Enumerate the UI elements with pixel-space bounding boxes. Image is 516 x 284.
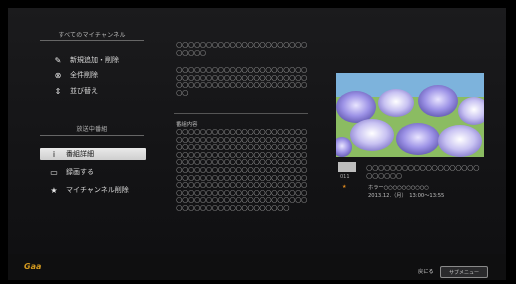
my-channels-title: すべてのマイチャンネル xyxy=(58,32,126,39)
on-air-title: 放送中番組 xyxy=(76,126,108,133)
hydrangea-image xyxy=(336,73,484,157)
menu-item-label: 番組詳細 xyxy=(66,150,94,158)
program-thumbnail xyxy=(336,73,484,157)
channel-logo xyxy=(338,162,356,172)
channel-number: 011 xyxy=(340,174,350,180)
back-label[interactable]: 戻にる xyxy=(418,268,434,275)
content-label: 番組内容 xyxy=(176,122,198,128)
menu-item-delete-all[interactable]: ⊗ 全件削除 xyxy=(52,69,148,81)
edit-check-icon: ✎ xyxy=(54,55,62,65)
menu-item-label: 録画する xyxy=(66,168,94,176)
menu-item-add-remove[interactable]: ✎ 新規追加・削除 xyxy=(52,54,148,66)
menu-item-label: マイチャンネル削除 xyxy=(66,186,129,194)
genre-line: ホラー○○○○○○○○○○ xyxy=(368,185,429,191)
brand-logo: Gaa xyxy=(24,262,42,271)
program-content-placeholder: ○○○○○○○○○○○○○○○○○○○○○○○○○○○○○○○○○○○○○○○○… xyxy=(176,128,307,212)
record-icon: ▭ xyxy=(50,167,58,177)
menu-item-remove-my-channel[interactable]: ★ マイチャンネル削除 xyxy=(48,184,146,196)
right-program-title-placeholder: ○○○○○○○○○○○○○○○○○○○○○○○○○ xyxy=(366,164,480,180)
menu-item-label: 新規追加・削除 xyxy=(70,56,119,64)
middle-divider xyxy=(174,113,308,114)
delete-all-icon: ⊗ xyxy=(54,70,62,80)
favorite-star-icon: ★ xyxy=(342,184,347,190)
submenu-label: サブメニュー xyxy=(448,269,479,276)
menu-item-label: 全件削除 xyxy=(70,71,98,79)
air-datetime: 2013.12.（月） 13:00〜13:55 xyxy=(368,193,445,199)
menu-item-record[interactable]: ▭ 録画する xyxy=(48,166,146,178)
menu-item-sort[interactable]: ⇕ 並び替え xyxy=(52,85,148,97)
menu-item-program-details[interactable]: i 番組詳細 xyxy=(40,148,146,160)
program-title-placeholder: ○○○○○○○○○○○○○○○○○○○○○○○○○○○ xyxy=(176,41,307,57)
on-air-divider xyxy=(40,135,144,136)
program-description-placeholder: ○○○○○○○○○○○○○○○○○○○○○○○○○○○○○○○○○○○○○○○○… xyxy=(176,66,307,97)
my-channels-divider xyxy=(40,40,144,41)
bottom-bar xyxy=(8,254,506,280)
info-icon: i xyxy=(52,149,56,159)
sort-icon: ⇕ xyxy=(54,86,62,96)
submenu-button[interactable]: サブメニュー xyxy=(440,266,488,278)
menu-item-label: 並び替え xyxy=(70,87,98,95)
star-icon: ★ xyxy=(50,185,58,195)
